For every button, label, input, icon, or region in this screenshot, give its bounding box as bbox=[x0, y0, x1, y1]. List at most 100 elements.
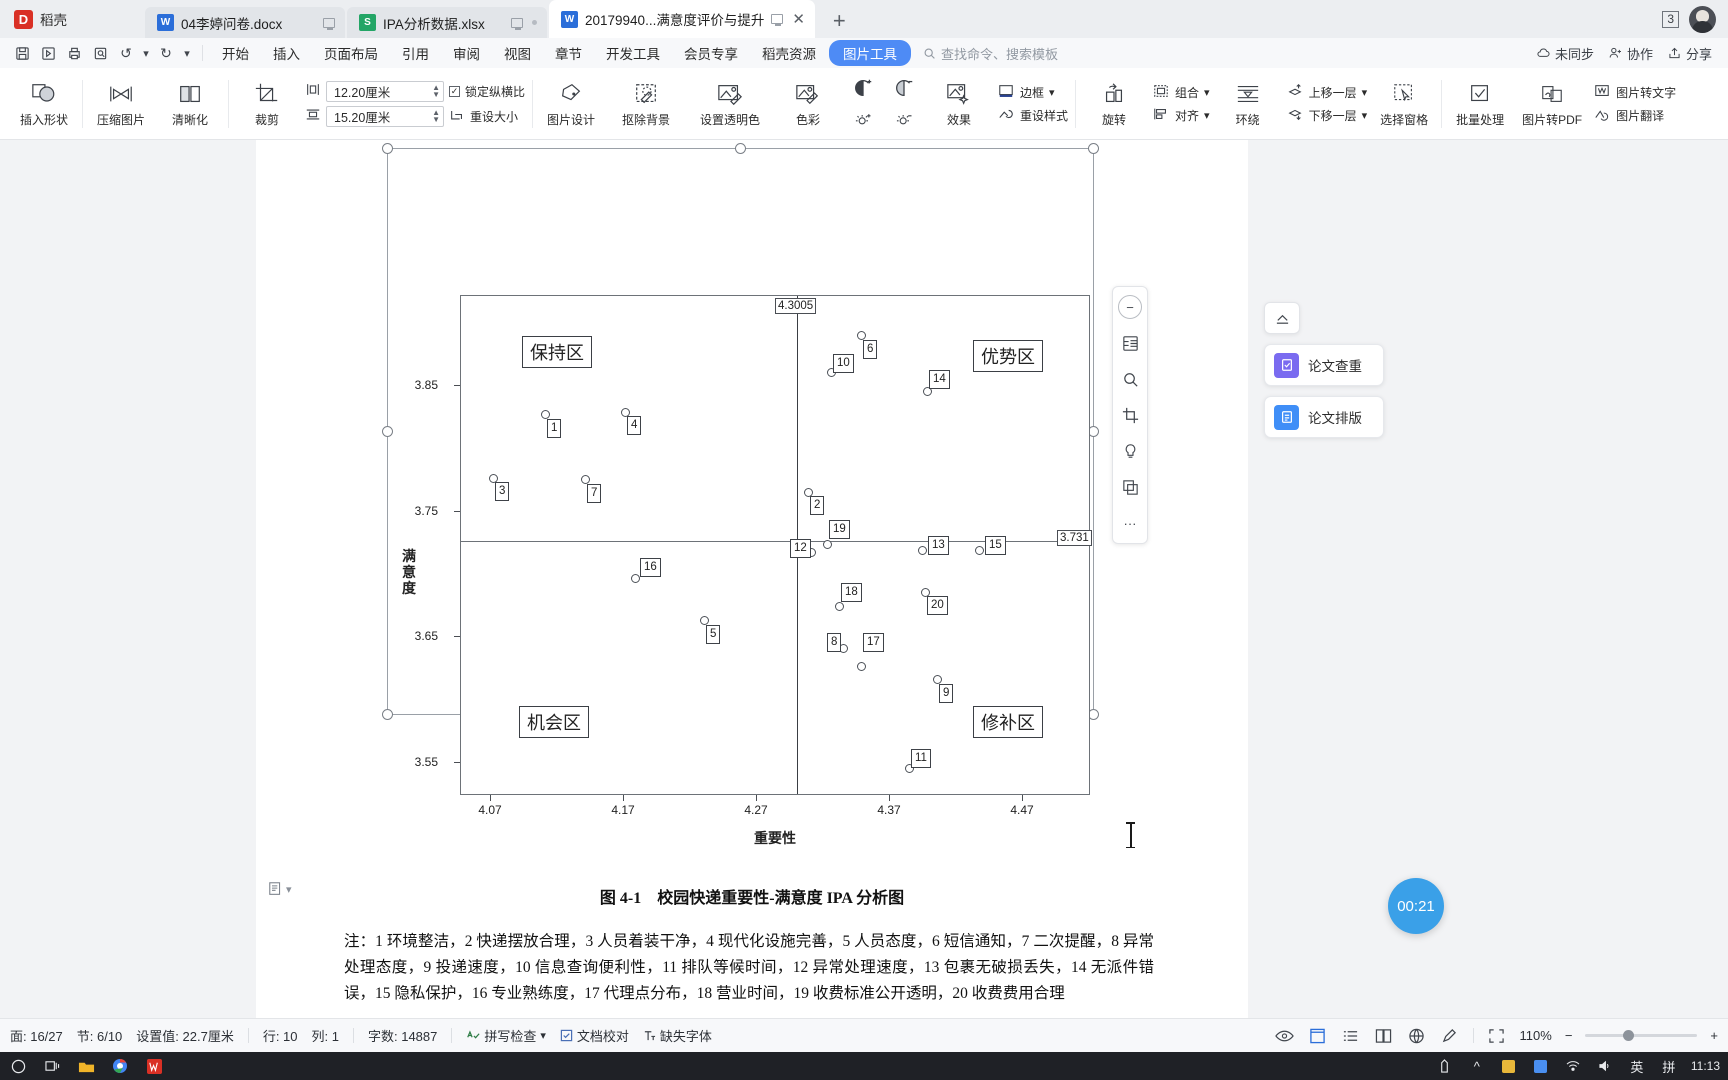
undo-caret-icon[interactable]: ▾ bbox=[140, 42, 152, 64]
data-point[interactable] bbox=[823, 540, 832, 549]
data-point[interactable] bbox=[933, 675, 942, 684]
align-button[interactable]: 对齐 ▾ bbox=[1152, 106, 1210, 125]
zoom-out-button[interactable]: − bbox=[1565, 1028, 1573, 1043]
effects-button[interactable]: 效果 bbox=[928, 79, 990, 128]
lock-ratio-checkbox[interactable]: ✓ bbox=[449, 85, 460, 97]
collaborate-button[interactable]: 协作 bbox=[1608, 44, 1653, 63]
data-point[interactable] bbox=[631, 574, 640, 583]
bring-forward-button[interactable]: 上移一层 ▾ bbox=[1286, 83, 1367, 102]
status-section[interactable]: 节: 6/10 bbox=[77, 1026, 123, 1045]
share-button[interactable]: 分享 bbox=[1667, 44, 1712, 63]
menu-item-insert[interactable]: 插入 bbox=[262, 40, 311, 66]
crop-icon[interactable] bbox=[1114, 399, 1146, 431]
zoom-in-button[interactable]: + bbox=[1710, 1028, 1718, 1043]
rotate-button[interactable]: 旋转 bbox=[1083, 79, 1145, 128]
brightness-up-button[interactable] bbox=[846, 73, 880, 135]
group-button[interactable]: 组合 ▾ bbox=[1152, 83, 1210, 102]
data-point[interactable] bbox=[857, 331, 866, 340]
status-missing-font[interactable]: 缺失字体 bbox=[643, 1026, 712, 1045]
file-explorer-icon[interactable] bbox=[76, 1056, 96, 1076]
save-as-icon[interactable] bbox=[36, 42, 60, 64]
menu-item-picture-tools[interactable]: 图片工具 bbox=[829, 40, 911, 66]
print-preview-icon[interactable] bbox=[88, 42, 112, 64]
resize-handle-ml[interactable] bbox=[382, 426, 393, 437]
app-logo[interactable]: D 稻壳 bbox=[0, 0, 145, 38]
view-print-layout-icon[interactable] bbox=[1308, 1027, 1328, 1045]
scatter-plot[interactable]: 4.3005 3.731 保持区 优势区 机会区 修补区 1 2 3 4 5 6 bbox=[460, 295, 1092, 795]
redo-icon[interactable]: ↻ bbox=[154, 42, 178, 64]
fit-page-icon[interactable] bbox=[1487, 1027, 1507, 1045]
avatar[interactable] bbox=[1689, 6, 1716, 33]
clock[interactable]: 11:13 bbox=[1691, 1059, 1720, 1073]
paper-layout-button[interactable]: 论文排版 bbox=[1264, 396, 1384, 438]
cast-icon[interactable] bbox=[323, 17, 335, 30]
tab-doc-3[interactable]: W 20179940...满意度评价与提升 ✕ bbox=[549, 0, 815, 38]
reset-style-button[interactable]: 重设样式 bbox=[997, 106, 1068, 125]
menu-item-review[interactable]: 审阅 bbox=[442, 40, 491, 66]
image-translate-button[interactable]: 图片翻译 bbox=[1593, 106, 1676, 125]
border-button[interactable]: 边框 ▾ bbox=[997, 83, 1068, 102]
menu-item-docer-resources[interactable]: 稻壳资源 bbox=[751, 40, 827, 66]
paper-check-button[interactable]: 论文查重 bbox=[1264, 344, 1384, 386]
copy-icon[interactable] bbox=[1114, 471, 1146, 503]
image-width-input[interactable]: 12.20厘米 ▲ ▼ bbox=[326, 80, 444, 102]
zoom-slider[interactable] bbox=[1585, 1030, 1698, 1041]
wrap-button[interactable]: 环绕 bbox=[1217, 79, 1279, 128]
image-height-input[interactable]: 15.20厘米 ▲ ▼ bbox=[326, 105, 444, 127]
image-to-text-button[interactable]: 图片转文字 bbox=[1593, 83, 1676, 102]
view-two-page-icon[interactable] bbox=[1374, 1027, 1394, 1045]
collapse-icon[interactable] bbox=[1264, 302, 1300, 334]
task-view-icon[interactable] bbox=[42, 1056, 62, 1076]
menu-item-member[interactable]: 会员专享 bbox=[673, 40, 749, 66]
status-spellcheck[interactable]: 拼写检查 ▾ bbox=[466, 1026, 546, 1045]
zoom-slider-knob[interactable] bbox=[1623, 1030, 1635, 1041]
menu-item-view[interactable]: 视图 bbox=[493, 40, 542, 66]
crop-button[interactable]: 裁剪 bbox=[236, 79, 298, 128]
search-box[interactable]: 查找命令、搜索模板 bbox=[923, 44, 1058, 63]
resize-handle-bl[interactable] bbox=[382, 709, 393, 720]
ime-language[interactable]: 英 bbox=[1627, 1056, 1647, 1076]
wps-icon[interactable] bbox=[144, 1056, 164, 1076]
tab-doc-1[interactable]: W 04李婷问卷.docx bbox=[145, 7, 345, 38]
network-icon[interactable] bbox=[1563, 1056, 1583, 1076]
windows-start-icon[interactable] bbox=[8, 1056, 28, 1076]
insert-shape-button[interactable]: 插入形状 bbox=[13, 79, 75, 128]
close-icon[interactable]: ✕ bbox=[792, 10, 805, 28]
browser-icon[interactable] bbox=[110, 1056, 130, 1076]
reset-size-label[interactable]: 重设大小 bbox=[470, 108, 518, 125]
more-icon[interactable]: ··· bbox=[1114, 507, 1146, 539]
tab-doc-2[interactable]: S IPA分析数据.xlsx bbox=[347, 7, 547, 38]
status-word-count[interactable]: 字数: 14887 bbox=[368, 1026, 437, 1045]
image-to-pdf-button[interactable]: 图片转PDF bbox=[1518, 79, 1586, 128]
idea-icon[interactable] bbox=[1114, 435, 1146, 467]
eye-icon[interactable] bbox=[1275, 1027, 1295, 1045]
undo-icon[interactable]: ↺ bbox=[114, 42, 138, 64]
new-tab-button[interactable]: + bbox=[817, 8, 862, 38]
highlight-pen-icon[interactable] bbox=[1440, 1027, 1460, 1045]
send-backward-button[interactable]: 下移一层 ▾ bbox=[1286, 106, 1367, 125]
color-button[interactable]: 色彩 bbox=[777, 79, 839, 128]
session-timer[interactable]: 00:21 bbox=[1388, 878, 1444, 934]
data-point[interactable] bbox=[541, 410, 550, 419]
app-tray-icon-1[interactable] bbox=[1499, 1056, 1519, 1076]
zoom-out-icon[interactable]: − bbox=[1118, 295, 1142, 319]
menu-item-developer[interactable]: 开发工具 bbox=[595, 40, 671, 66]
pen-tray-icon[interactable] bbox=[1435, 1056, 1455, 1076]
tab-count-badge[interactable]: 3 bbox=[1662, 11, 1679, 28]
resize-handle-tr[interactable] bbox=[1088, 143, 1099, 154]
view-web-layout-icon[interactable] bbox=[1407, 1027, 1427, 1045]
brightness-down-button[interactable] bbox=[887, 73, 921, 135]
print-icon[interactable] bbox=[62, 42, 86, 64]
cast-icon[interactable] bbox=[771, 14, 784, 26]
compress-image-button[interactable]: 压缩图片 bbox=[90, 79, 152, 128]
data-point[interactable] bbox=[700, 616, 709, 625]
menu-item-page-layout[interactable]: 页面布局 bbox=[313, 40, 389, 66]
volume-icon[interactable] bbox=[1595, 1056, 1615, 1076]
sharpen-button[interactable]: 清晰化 bbox=[159, 79, 221, 128]
status-page[interactable]: 面: 16/27 bbox=[10, 1026, 63, 1045]
data-point[interactable] bbox=[581, 475, 590, 484]
zoom-level[interactable]: 110% bbox=[1520, 1028, 1552, 1043]
batch-process-button[interactable]: 批量处理 bbox=[1449, 79, 1511, 128]
ime-mode[interactable]: 拼 bbox=[1659, 1056, 1679, 1076]
data-point[interactable] bbox=[975, 546, 984, 555]
